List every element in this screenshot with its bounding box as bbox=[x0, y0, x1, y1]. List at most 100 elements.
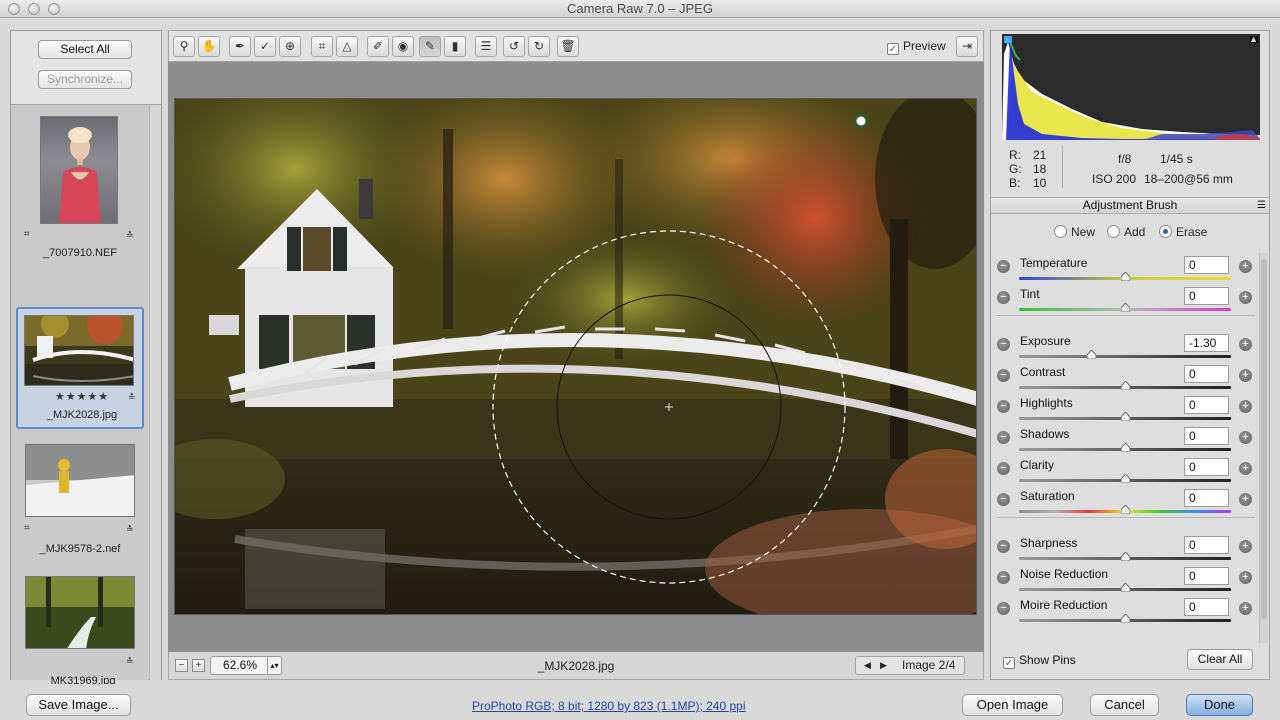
slider-thumb[interactable] bbox=[1121, 614, 1130, 623]
decrease-icon[interactable]: − bbox=[997, 602, 1010, 615]
zoom-tool-icon[interactable]: ⚲ bbox=[173, 36, 195, 57]
increase-icon[interactable]: + bbox=[1239, 400, 1252, 413]
increase-icon[interactable]: + bbox=[1239, 431, 1252, 444]
increase-icon[interactable]: + bbox=[1239, 540, 1252, 553]
increase-icon[interactable]: + bbox=[1239, 602, 1252, 615]
increase-icon[interactable]: + bbox=[1239, 338, 1252, 351]
next-image-icon[interactable]: ▶ bbox=[880, 657, 887, 674]
slider-thumb[interactable] bbox=[1121, 412, 1130, 421]
white-balance-eyedropper-icon[interactable]: ✒ bbox=[229, 36, 251, 57]
slider-thumb[interactable] bbox=[1121, 552, 1130, 561]
increase-icon[interactable]: + bbox=[1239, 493, 1252, 506]
slider-thumb[interactable] bbox=[1121, 272, 1130, 281]
mode-new-radio[interactable]: New bbox=[1054, 225, 1095, 239]
filmstrip-item-name: _MJK2028.jpg bbox=[46, 409, 118, 421]
slider-thumb[interactable] bbox=[1121, 474, 1130, 483]
increase-icon[interactable]: + bbox=[1239, 462, 1252, 475]
mode-add-radio[interactable]: Add bbox=[1107, 225, 1145, 239]
aperture-value: f/8 bbox=[1118, 152, 1132, 166]
slider-label: Shadows bbox=[1020, 427, 1070, 441]
slider-value-field[interactable]: 0 bbox=[1184, 396, 1229, 414]
show-pins-checkbox[interactable]: ✓ bbox=[1003, 657, 1015, 669]
filmstrip-item-selected[interactable]: ★★★★★ ≛ _MJK2028.jpg bbox=[16, 307, 144, 429]
slider-value-field[interactable]: 0 bbox=[1184, 458, 1229, 476]
select-all-button[interactable]: Select All bbox=[38, 40, 132, 59]
hand-tool-icon[interactable]: ✋ bbox=[198, 36, 220, 57]
graduated-filter-icon[interactable]: ▮ bbox=[444, 36, 466, 57]
increase-icon[interactable]: + bbox=[1239, 260, 1252, 273]
show-pins-toggle[interactable]: ✓ Show Pins bbox=[1003, 653, 1076, 669]
slider-value-field[interactable]: -1.30 bbox=[1184, 334, 1229, 352]
save-image-button[interactable]: Save Image... bbox=[26, 694, 131, 716]
decrease-icon[interactable]: − bbox=[997, 400, 1010, 413]
decrease-icon[interactable]: − bbox=[997, 493, 1010, 506]
slider-thumb[interactable] bbox=[1121, 381, 1130, 390]
cancel-button[interactable]: Cancel bbox=[1090, 694, 1159, 716]
filmstrip-item[interactable]: ≛ _MK31969.jpg bbox=[16, 575, 144, 687]
rotate-left-icon[interactable]: ↺ bbox=[503, 36, 525, 57]
decrease-icon[interactable]: − bbox=[997, 431, 1010, 444]
highlight-clipping-warning-icon[interactable]: ▲ bbox=[1249, 34, 1258, 44]
increase-icon[interactable]: + bbox=[1239, 369, 1252, 382]
rotate-right-icon[interactable]: ↻ bbox=[528, 36, 550, 57]
thumbnail-image bbox=[40, 116, 118, 224]
workflow-options-link[interactable]: ProPhoto RGB; 8 bit; 1280 by 823 (1.1MP)… bbox=[472, 699, 746, 713]
preferences-icon[interactable]: ☰ bbox=[475, 36, 497, 57]
increase-icon[interactable]: + bbox=[1239, 571, 1252, 584]
slider-track[interactable] bbox=[1019, 355, 1231, 358]
image-canvas[interactable] bbox=[168, 62, 984, 652]
filmstrip-scrollbar[interactable] bbox=[149, 105, 161, 680]
decrease-icon[interactable]: − bbox=[997, 369, 1010, 382]
done-button[interactable]: Done bbox=[1186, 694, 1253, 716]
decrease-icon[interactable]: − bbox=[997, 260, 1010, 273]
panel-menu-icon[interactable]: ☰ bbox=[1257, 198, 1266, 213]
adjustment-brush-icon[interactable]: ✎ bbox=[419, 36, 441, 57]
panel-scrollbar[interactable] bbox=[1259, 253, 1268, 643]
red-label: R: bbox=[1009, 148, 1021, 162]
filmstrip-item[interactable]: ⌗ ≛ _MJK9578-2.nef bbox=[16, 443, 144, 555]
slider-thumb[interactable] bbox=[1121, 443, 1130, 452]
filmstrip-item[interactable]: ⌗ ≛ _7007910.NEF bbox=[16, 113, 144, 263]
preview-checkbox[interactable]: ✓ bbox=[887, 43, 899, 55]
color-sampler-icon[interactable]: ✓ bbox=[254, 36, 276, 57]
spot-removal-icon[interactable]: ✐ bbox=[367, 36, 389, 57]
decrease-icon[interactable]: − bbox=[997, 338, 1010, 351]
bridge-thumbnail-graphic bbox=[25, 316, 133, 385]
synchronize-button[interactable]: Synchronize... bbox=[38, 70, 132, 89]
slider-value-field[interactable]: 0 bbox=[1184, 427, 1229, 445]
crop-badge-icon: ⌗ bbox=[24, 523, 30, 534]
full-screen-toggle-icon[interactable]: ⇥ bbox=[956, 36, 978, 57]
clear-all-button[interactable]: Clear All bbox=[1187, 649, 1253, 670]
straighten-tool-icon[interactable]: △ bbox=[336, 36, 358, 57]
panel-scroll-thumb[interactable] bbox=[1261, 259, 1267, 619]
decrease-icon[interactable]: − bbox=[997, 571, 1010, 584]
preview-toggle[interactable]: ✓ Preview bbox=[887, 39, 946, 55]
window-title: Camera Raw 7.0 – JPEG bbox=[567, 1, 713, 16]
slider-row: − Moire Reduction 0 + bbox=[991, 595, 1259, 626]
trash-icon[interactable]: 🗑 bbox=[557, 36, 579, 57]
previous-image-icon[interactable]: ◀ bbox=[864, 657, 871, 674]
slider-thumb[interactable] bbox=[1121, 505, 1130, 514]
slider-value-field[interactable]: 0 bbox=[1184, 598, 1229, 616]
main-photo[interactable] bbox=[174, 98, 977, 615]
slider-thumb[interactable] bbox=[1121, 583, 1130, 592]
decrease-icon[interactable]: − bbox=[997, 540, 1010, 553]
increase-icon[interactable]: + bbox=[1239, 291, 1252, 304]
image-index: Image 2/4 bbox=[902, 658, 956, 672]
open-image-button[interactable]: Open Image bbox=[962, 694, 1063, 716]
slider-value-field[interactable]: 0 bbox=[1184, 489, 1229, 507]
slider-value-field[interactable]: 0 bbox=[1184, 287, 1229, 305]
slider-thumb[interactable] bbox=[1121, 303, 1130, 312]
decrease-icon[interactable]: − bbox=[997, 291, 1010, 304]
targeted-adjustment-icon[interactable]: ⊕ bbox=[279, 36, 301, 57]
slider-value-field[interactable]: 0 bbox=[1184, 536, 1229, 554]
slider-value-field[interactable]: 0 bbox=[1184, 256, 1229, 274]
shadow-clipping-warning-icon[interactable]: ▲ bbox=[1003, 34, 1012, 44]
slider-value-field[interactable]: 0 bbox=[1184, 365, 1229, 383]
crop-tool-icon[interactable]: ⌗ bbox=[311, 36, 333, 57]
slider-thumb[interactable] bbox=[1086, 350, 1096, 359]
mode-erase-radio[interactable]: Erase bbox=[1159, 225, 1207, 239]
decrease-icon[interactable]: − bbox=[997, 462, 1010, 475]
slider-value-field[interactable]: 0 bbox=[1184, 567, 1229, 585]
red-eye-removal-icon[interactable]: ◉ bbox=[392, 36, 414, 57]
